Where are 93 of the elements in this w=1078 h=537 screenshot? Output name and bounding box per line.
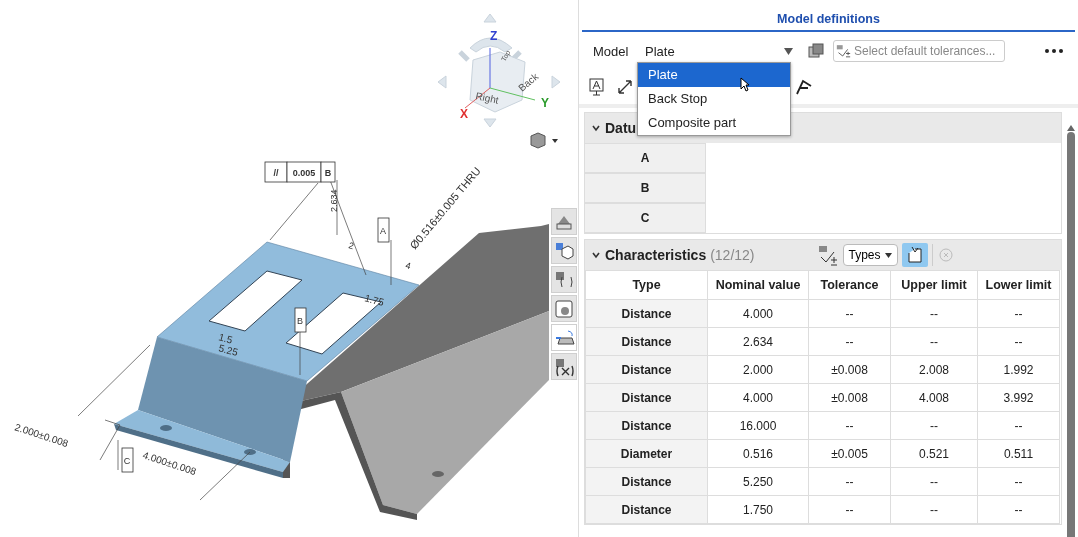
table-cell: 2.008 (890, 355, 978, 384)
leader-line (390, 239, 392, 286)
table-cell: -- (808, 467, 891, 496)
table-cell: -- (808, 299, 891, 328)
table-cell: 0.516 (707, 439, 809, 468)
copy-icon[interactable] (807, 42, 825, 60)
table-cell: 2.634 (707, 327, 809, 356)
table-cell: Distance (585, 495, 708, 524)
tolerance-field[interactable]: Select default tolerances... (833, 40, 1005, 62)
characteristic-count: (12/12) (710, 247, 755, 263)
dimension-icon[interactable] (616, 78, 634, 96)
table-cell: -- (890, 411, 978, 440)
datum-label: A (585, 143, 706, 173)
dimension-text: 1.75 (363, 292, 386, 308)
panel-title: Model definitions (777, 12, 880, 26)
table-cell: Distance (585, 383, 708, 412)
datum-flag: B (294, 307, 307, 333)
table-cell: 2.000 (707, 355, 809, 384)
datum-label: C (585, 203, 706, 233)
axis-label: Z (490, 29, 498, 43)
dimension-text: 2.634 (329, 189, 339, 212)
table-cell: -- (890, 327, 978, 356)
column-header: Upper limit (890, 270, 978, 300)
datum-flag: C (121, 447, 134, 473)
axis-label: Y (541, 96, 549, 110)
dimension-text: 2 (347, 240, 355, 252)
tolerance-frame-cell: // (264, 161, 288, 183)
table-cell: Distance (585, 299, 708, 328)
caret-icon (884, 252, 892, 258)
table-cell: ±0.008 (808, 355, 891, 384)
table-cell: 4.000 (707, 383, 809, 412)
menu-item[interactable]: Composite part (638, 111, 790, 135)
table-cell: 16.000 (707, 411, 809, 440)
chevron-icon[interactable] (591, 123, 601, 133)
table-cell: Distance (585, 327, 708, 356)
table-cell: -- (977, 495, 1060, 524)
table-cell: -- (890, 467, 978, 496)
table-cell: 3.992 (977, 383, 1060, 412)
mouse-pointer-icon (740, 77, 750, 92)
menu-item[interactable]: Back Stop (638, 87, 790, 111)
column-header: Tolerance (808, 270, 891, 300)
view-tool-button[interactable] (551, 353, 577, 380)
table-cell: -- (808, 327, 891, 356)
table-cell: -- (977, 327, 1060, 356)
table-cell: -- (808, 411, 891, 440)
table-cell: 0.511 (977, 439, 1060, 468)
annotation-icon[interactable] (588, 77, 606, 97)
table-cell: 1.992 (977, 355, 1060, 384)
table-cell: ±0.005 (808, 439, 891, 468)
column-header: Type (585, 270, 708, 300)
table-cell: 4.000 (707, 299, 809, 328)
filter-toggle[interactable] (901, 243, 928, 267)
section-title[interactable]: Characteristics (605, 247, 707, 263)
caret-icon (784, 47, 793, 55)
table-cell: -- (977, 467, 1060, 496)
table-cell: -- (890, 495, 978, 524)
section-title[interactable]: Datu (605, 120, 637, 136)
table-cell: 1.750 (707, 495, 809, 524)
more-options-icon[interactable] (1044, 48, 1064, 54)
table-cell: -- (890, 299, 978, 328)
datum-label: B (585, 173, 706, 203)
tolerance-table-icon (836, 43, 851, 59)
table-cell: -- (808, 495, 891, 524)
leader-line (199, 451, 251, 501)
tolerance-frame-cell: B (320, 161, 336, 183)
menu-item[interactable]: Plate (638, 63, 790, 87)
table-cell: ±0.008 (808, 383, 891, 412)
chevron-icon[interactable] (591, 250, 601, 260)
view-cube-label[interactable]: Right (474, 90, 500, 106)
table-cell: 4.008 (890, 383, 978, 412)
datum-icon[interactable] (794, 78, 814, 96)
tolerance-frame-cell: 0.005 (286, 161, 322, 183)
column-header: Lower limit (977, 270, 1060, 300)
column-header: Nominal value (707, 270, 809, 300)
model-select[interactable]: Plate (645, 43, 799, 59)
table-cell: Diameter (585, 439, 708, 468)
tolerance-table-icon[interactable] (816, 244, 839, 266)
table-cell: 5.250 (707, 467, 809, 496)
table-cell: -- (977, 411, 1060, 440)
datum-flag: A (377, 217, 390, 243)
table-cell: 0.521 (890, 439, 978, 468)
table-cell: Distance (585, 467, 708, 496)
view-tool-button[interactable] (551, 237, 577, 264)
leader-line (269, 182, 319, 241)
model-label: Model (593, 43, 630, 59)
axis-label: X (460, 107, 468, 121)
view-mode-button[interactable] (530, 132, 558, 149)
leader-line (299, 331, 301, 376)
table-cell: -- (977, 299, 1060, 328)
table-cell: Distance (585, 355, 708, 384)
dimension-text: 4 (404, 260, 412, 272)
table-cell: Distance (585, 411, 708, 440)
types-dropdown[interactable]: Types (842, 244, 898, 266)
